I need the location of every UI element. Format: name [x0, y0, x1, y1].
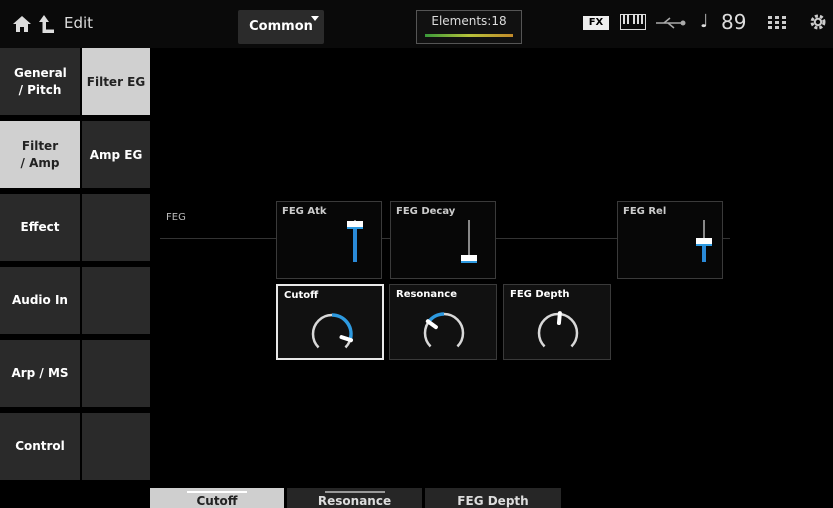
- keyboard-icon: [620, 14, 646, 30]
- gear-icon[interactable]: [808, 12, 828, 32]
- tempo-value[interactable]: 89: [721, 10, 746, 34]
- tab-indicator: [187, 491, 247, 493]
- bottom-tab-bar: Cutoff Resonance FEG Depth: [0, 486, 833, 508]
- subtab-label: Amp EG: [89, 147, 143, 162]
- feg-section-label: FEG: [166, 212, 186, 223]
- tab-resonance[interactable]: Resonance: [287, 488, 422, 508]
- fx-badge: FX: [583, 16, 609, 30]
- slider-fill: [353, 224, 357, 262]
- subtab-amp-eg[interactable]: Amp EG: [80, 121, 150, 191]
- sidebar-item-control[interactable]: Control: [0, 413, 80, 483]
- knob-pointer: [556, 311, 562, 326]
- top-bar: Edit Common Elements:18 FX ♩ 89: [0, 0, 833, 48]
- subtab-empty: [80, 413, 150, 483]
- knob-label: Resonance: [396, 289, 458, 300]
- grid-icon[interactable]: [768, 16, 786, 30]
- sidebar-item-label: Audio In: [12, 293, 68, 307]
- sidebar-item-filter-amp[interactable]: Filter / Amp: [0, 121, 80, 191]
- subtab-label: Filter EG: [86, 74, 146, 89]
- elements-label: Elements:18: [431, 14, 507, 28]
- knob-label: Cutoff: [284, 290, 319, 301]
- tab-cutoff[interactable]: Cutoff: [150, 488, 284, 508]
- tab-feg-depth[interactable]: FEG Depth: [425, 488, 561, 508]
- slider-thumb[interactable]: [347, 221, 363, 228]
- subtab-empty: [80, 267, 150, 337]
- slider-label: FEG Decay: [396, 206, 456, 217]
- sidebar-item-label: Filter / Amp: [20, 138, 60, 170]
- slider-fill: [702, 241, 706, 262]
- knob-pointer: [425, 319, 438, 330]
- slider-thumb[interactable]: [461, 254, 477, 261]
- knob-dial[interactable]: [418, 305, 470, 357]
- usb-icon: [656, 17, 686, 29]
- elements-meter: [425, 34, 513, 37]
- slider-label: FEG Rel: [623, 206, 667, 217]
- elements-indicator[interactable]: Elements:18: [416, 10, 522, 44]
- home-icon[interactable]: [12, 14, 32, 34]
- tab-indicator: [324, 491, 385, 493]
- subtab-empty: [80, 194, 150, 264]
- knob-label: FEG Depth: [510, 289, 570, 300]
- edit-label: Edit: [64, 14, 94, 32]
- dropdown-caret-icon: [311, 16, 319, 21]
- cutoff-knob[interactable]: Cutoff: [276, 284, 384, 360]
- common-label: Common: [249, 19, 313, 34]
- knob-value-arc: [427, 312, 445, 323]
- subtab-column: Filter EG Amp EG: [80, 48, 150, 486]
- subtab-empty: [80, 340, 150, 410]
- feg-depth-knob[interactable]: FEG Depth: [503, 284, 611, 360]
- sidebar-item-effect[interactable]: Effect: [0, 194, 80, 264]
- knob-dial[interactable]: [532, 305, 584, 357]
- sidebar-item-label: Effect: [20, 220, 60, 234]
- sidebar-item-general-pitch[interactable]: General / Pitch: [0, 48, 80, 118]
- sidebar-item-audio-in[interactable]: Audio In: [0, 267, 80, 337]
- tempo-note-icon: ♩: [700, 11, 709, 32]
- common-button[interactable]: Common: [238, 10, 324, 44]
- knob-dial[interactable]: [306, 306, 358, 358]
- slider-thumb[interactable]: [696, 238, 712, 244]
- up-arrow-icon[interactable]: [38, 13, 56, 35]
- feg-rel-slider[interactable]: FEG Rel: [617, 201, 723, 279]
- tab-label: Cutoff: [196, 494, 238, 508]
- sidebar-item-label: Control: [15, 439, 65, 453]
- subtab-filter-eg[interactable]: Filter EG: [80, 48, 150, 118]
- sidebar-item-label: General / Pitch: [14, 65, 67, 97]
- sidebar: General / Pitch Filter / Amp Effect Audi…: [0, 48, 80, 486]
- slider-label: FEG Atk: [282, 206, 327, 217]
- resonance-knob[interactable]: Resonance: [389, 284, 497, 360]
- feg-atk-slider[interactable]: FEG Atk: [276, 201, 382, 279]
- feg-decay-slider[interactable]: FEG Decay: [390, 201, 496, 279]
- tab-label: FEG Depth: [457, 494, 529, 508]
- sidebar-item-arp-ms[interactable]: Arp / MS: [0, 340, 80, 410]
- sidebar-item-label: Arp / MS: [11, 366, 69, 380]
- tab-label: Resonance: [317, 494, 392, 508]
